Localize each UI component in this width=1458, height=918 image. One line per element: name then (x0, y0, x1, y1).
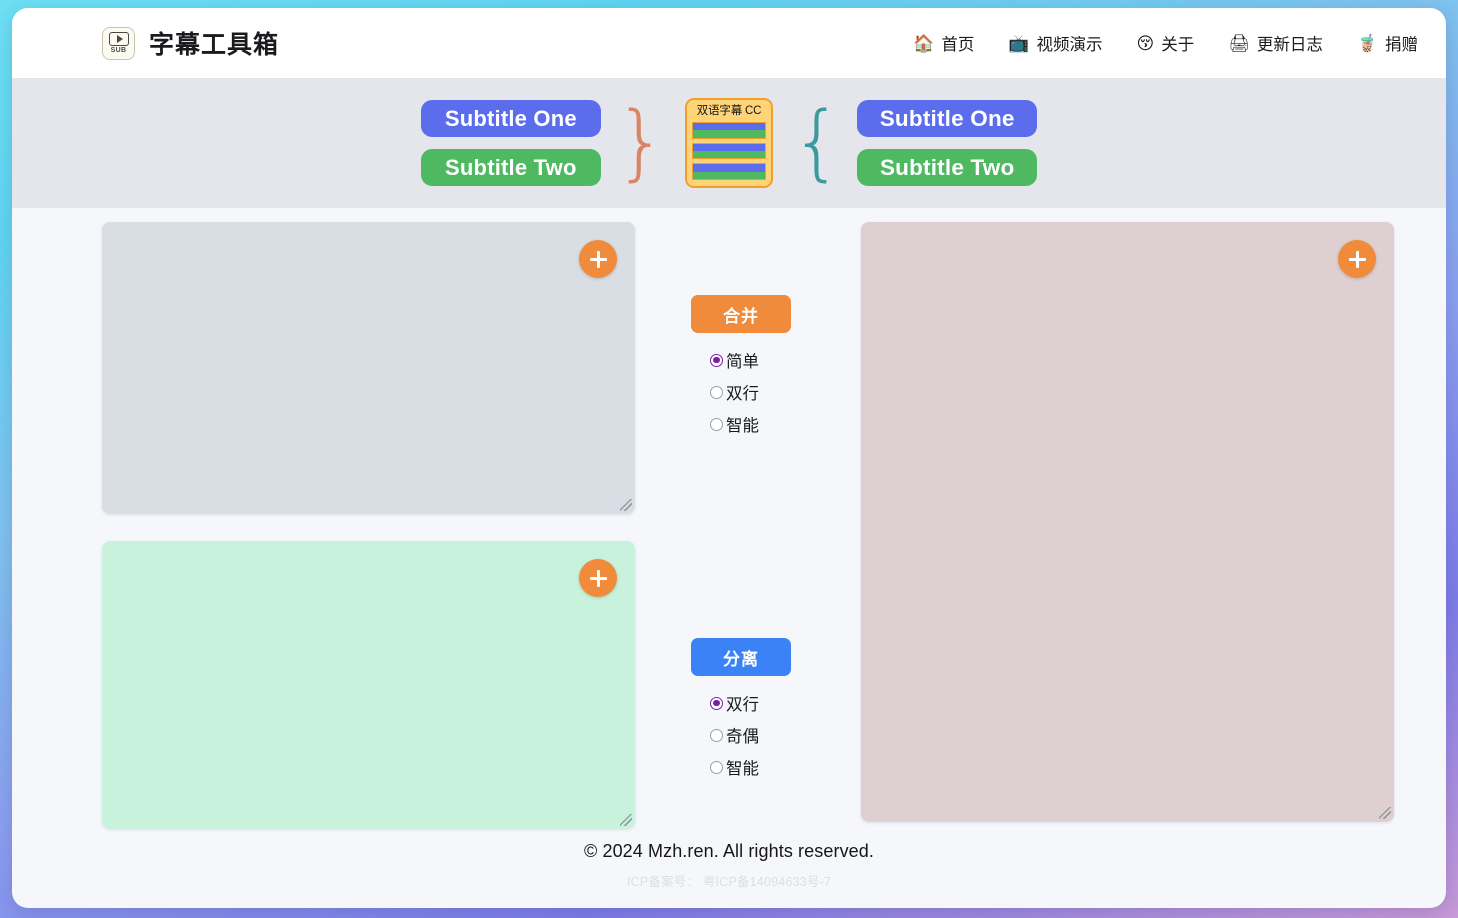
main-nav: 🏠 首页 📺 视频演示 😚 关于 🖨 更新日志 🧋 捐赠 (913, 31, 1418, 55)
cc-stripe-green (693, 172, 765, 179)
play-triangle-icon (117, 35, 123, 43)
subtitle-input-one[interactable] (102, 222, 635, 514)
merge-option-smart[interactable]: 智能 (710, 408, 772, 440)
nav-item-donate[interactable]: 🧋 捐赠 (1357, 31, 1418, 55)
subtitle-output-wrap (861, 222, 1394, 822)
hero-pill-subtitle-two-right: Subtitle Two (857, 149, 1037, 186)
cc-stripe-pair (692, 143, 766, 160)
output-column (847, 222, 1394, 908)
input-column (12, 222, 635, 908)
nav-label-video-demo: 视频演示 (1037, 31, 1103, 55)
radio-icon[interactable] (710, 418, 723, 431)
nav-label-about: 关于 (1161, 31, 1194, 55)
hero-pill-subtitle-one-left: Subtitle One (421, 100, 601, 137)
cc-stripe-blue (693, 164, 765, 171)
hero-right-pills: Subtitle One Subtitle Two (857, 100, 1037, 186)
split-option-odd-even[interactable]: 奇偶 (710, 719, 772, 751)
nav-label-donate: 捐赠 (1385, 31, 1418, 55)
merge-option-simple[interactable]: 简单 (710, 344, 772, 376)
split-option-smart[interactable]: 智能 (710, 751, 772, 783)
main-content: 合并 简单 双行 智能 分离 双行 (12, 208, 1446, 908)
split-option-two-line-label: 双行 (726, 691, 759, 715)
nav-item-changelog[interactable]: 🖨 更新日志 (1228, 31, 1323, 55)
controls-column: 合并 简单 双行 智能 分离 双行 (635, 222, 847, 908)
split-option-smart-label: 智能 (726, 755, 759, 779)
split-option-two-line[interactable]: 双行 (710, 687, 772, 719)
cc-card-label: 双语字幕 CC (692, 104, 766, 118)
radio-icon[interactable] (710, 354, 723, 367)
app-window: SUB 字幕工具箱 🏠 首页 📺 视频演示 😚 关于 🖨 更新日志 🧋 (12, 8, 1446, 908)
nav-item-video-demo[interactable]: 📺 视频演示 (1008, 31, 1102, 55)
subtitle-input-two-wrap (102, 541, 635, 829)
cc-stripe-rows (692, 122, 766, 180)
hero-cc-card: 双语字幕 CC (685, 98, 773, 188)
add-file-button-two[interactable] (579, 559, 617, 597)
cc-stripe-green (693, 151, 765, 158)
merge-button[interactable]: 合并 (691, 295, 791, 333)
printer-icon: 🖨 (1228, 35, 1250, 52)
radio-icon[interactable] (710, 729, 723, 742)
split-option-odd-even-label: 奇偶 (726, 723, 759, 747)
merge-option-smart-label: 智能 (726, 412, 759, 436)
cc-stripe-pair (692, 122, 766, 139)
hero-left-pills: Subtitle One Subtitle Two (421, 100, 601, 186)
plus-icon (1349, 251, 1366, 268)
cc-stripe-green (693, 130, 765, 137)
plus-icon (590, 570, 607, 587)
radio-icon[interactable] (710, 697, 723, 710)
subtitle-input-one-wrap (102, 222, 635, 514)
play-icon (109, 32, 129, 46)
home-icon: 🏠 (913, 35, 934, 52)
split-controls: 分离 双行 奇偶 智能 (691, 638, 791, 783)
plus-icon (590, 251, 607, 268)
hero-pill-subtitle-two-left: Subtitle Two (421, 149, 601, 186)
bubble-tea-icon: 🧋 (1357, 35, 1378, 52)
logo-sub-label: SUB (111, 47, 127, 55)
page-title: 字幕工具箱 (149, 25, 279, 61)
app-logo-icon: SUB (102, 27, 135, 60)
hero-pill-subtitle-one-right: Subtitle One (857, 100, 1037, 137)
copyright-text: © 2024 Mzh.ren. All rights reserved. (12, 841, 1446, 862)
tv-icon: 📺 (1008, 35, 1029, 52)
kiss-face-icon: 😚 (1137, 35, 1155, 52)
footer: © 2024 Mzh.ren. All rights reserved. ICP… (12, 841, 1446, 890)
cc-stripe-blue (693, 144, 765, 151)
brand[interactable]: SUB 字幕工具箱 (30, 25, 279, 61)
header-bar: SUB 字幕工具箱 🏠 首页 📺 视频演示 😚 关于 🖨 更新日志 🧋 (12, 8, 1446, 78)
cc-stripe-blue (693, 123, 765, 130)
subtitle-output[interactable] (861, 222, 1394, 822)
radio-icon[interactable] (710, 761, 723, 774)
hero-banner: Subtitle One Subtitle Two } 双语字幕 CC (12, 78, 1446, 208)
subtitle-input-two[interactable] (102, 541, 635, 829)
merge-option-two-line[interactable]: 双行 (710, 376, 772, 408)
merge-option-two-line-label: 双行 (726, 380, 759, 404)
merge-controls: 合并 简单 双行 智能 (691, 295, 791, 440)
icp-license-text: ICP备案号： 粤ICP备14094633号-7 (12, 871, 1446, 890)
cc-stripe-pair (692, 163, 766, 180)
nav-item-about[interactable]: 😚 关于 (1137, 31, 1195, 55)
nav-label-home: 首页 (941, 31, 974, 55)
merge-option-simple-label: 简单 (726, 348, 759, 372)
radio-icon[interactable] (710, 386, 723, 399)
nav-label-changelog: 更新日志 (1257, 31, 1323, 55)
nav-item-home[interactable]: 🏠 首页 (913, 31, 974, 55)
add-file-button-output[interactable] (1338, 240, 1376, 278)
add-file-button-one[interactable] (579, 240, 617, 278)
split-button[interactable]: 分离 (691, 638, 791, 676)
